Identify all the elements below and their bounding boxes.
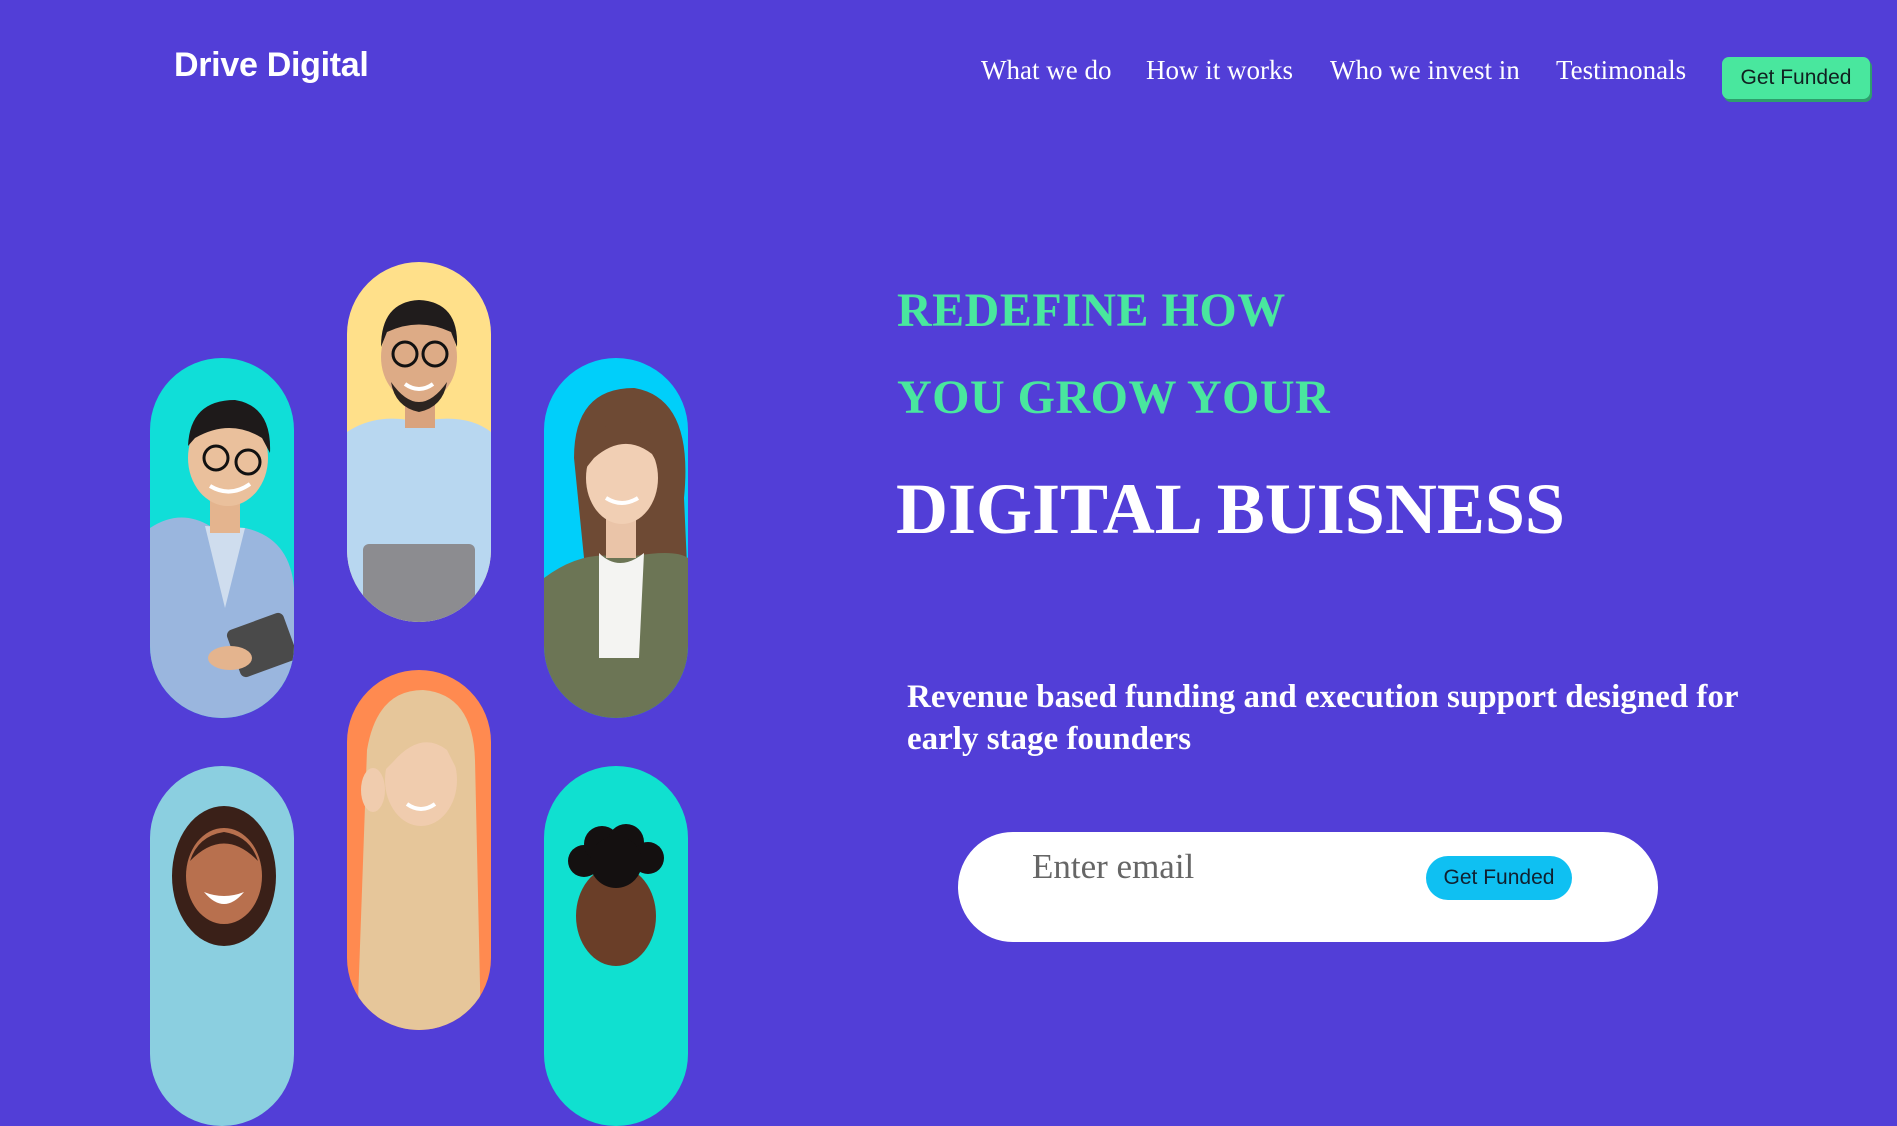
main-nav: What we do How it works Who we invest in… [0, 55, 1897, 95]
get-funded-nav-button[interactable]: Get Funded [1722, 57, 1870, 99]
smiling-woman-curly-hair-photo [150, 766, 294, 1126]
get-funded-submit-button[interactable]: Get Funded [1426, 856, 1572, 900]
headline-line-3: DIGITAL BUISNESS [896, 469, 1565, 549]
man-curly-hair-photo [544, 766, 688, 1126]
email-signup-form: Get Funded [958, 832, 1658, 942]
nav-link-what-we-do[interactable]: What we do [981, 55, 1111, 86]
blonde-woman-phone-photo [347, 670, 491, 1030]
man-with-glasses-laptop-photo [347, 262, 491, 622]
nav-link-how-it-works[interactable]: How it works [1146, 55, 1293, 86]
headline-line-2: YOU GROW YOUR [897, 371, 1331, 424]
email-input[interactable] [1030, 844, 1414, 890]
man-with-glasses-tablet-photo [150, 358, 294, 718]
hero-subtitle: Revenue based funding and execution supp… [907, 679, 1738, 757]
headline-line-1: REDEFINE HOW [897, 284, 1286, 337]
nav-link-testimonials[interactable]: Testimonals [1556, 55, 1686, 86]
nav-link-who-we-invest-in[interactable]: Who we invest in [1330, 55, 1520, 86]
smiling-woman-brown-hair-photo [544, 358, 688, 718]
